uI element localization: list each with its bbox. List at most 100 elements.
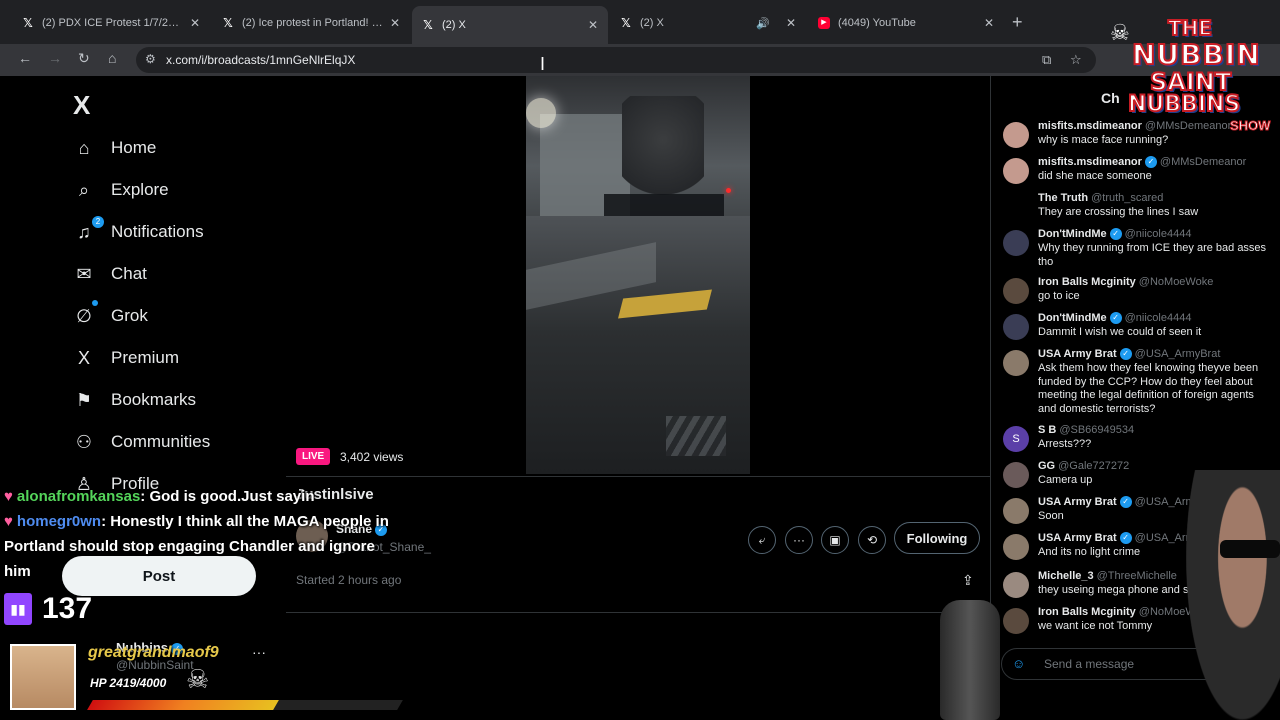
- back-arrow-icon[interactable]: ←: [18, 50, 32, 66]
- chat-display-name: GG: [1038, 460, 1056, 472]
- browser-tab[interactable]: 𝕏 (2) X 🔊 ✕: [610, 8, 806, 38]
- url-text: x.com/i/broadcasts/1mnGeNlrElqJX: [166, 53, 356, 67]
- chat-avatar[interactable]: [1003, 608, 1029, 634]
- chat-username[interactable]: USA Army Brat ✓ @USA_ArmyBrat: [1038, 348, 1220, 361]
- chat-handle: @NoMoeWoke: [1138, 276, 1214, 288]
- logo-text: SHOW: [1229, 118, 1271, 134]
- sidebar-item-grok[interactable]: ∅ Grok: [72, 300, 148, 330]
- chat-username[interactable]: Don'tMindMe ✓ @niicole4444: [1038, 312, 1191, 325]
- home-icon[interactable]: ⌂: [108, 50, 116, 66]
- chat-display-name: Michelle_3: [1038, 570, 1094, 582]
- sidebar-item-chat[interactable]: ✉ Chat: [72, 260, 146, 288]
- chat-display-name: Don'tMindMe: [1038, 228, 1107, 240]
- chat-username[interactable]: Don'tMindMe ✓ @niicole4444: [1038, 228, 1191, 241]
- tab-title: (4049) YouTube: [838, 17, 916, 29]
- chat-avatar[interactable]: [1003, 278, 1029, 304]
- share-icon[interactable]: ⇪: [962, 572, 974, 589]
- star-icon[interactable]: ☆: [1070, 52, 1082, 68]
- verified-icon: ✓: [1109, 228, 1122, 241]
- sidebar-item-home[interactable]: ⌂ Home: [72, 134, 157, 162]
- verified-icon: ✓: [1119, 348, 1132, 361]
- x-favicon-icon: 𝕏: [621, 16, 631, 30]
- chat-avatar[interactable]: [1003, 314, 1029, 340]
- browser-tab[interactable]: 𝕏 (2) Ice protest in Portland! / X ✕: [212, 8, 410, 38]
- chat-avatar[interactable]: S: [1003, 426, 1029, 452]
- streamer-sunglasses: [1220, 540, 1280, 558]
- address-bar[interactable]: ⚙ x.com/i/broadcasts/1mnGeNlrElqJX: [136, 47, 1096, 73]
- x-logo-icon[interactable]: X: [73, 90, 90, 121]
- chat-handle: @Gale727272: [1058, 460, 1130, 472]
- chat-avatar[interactable]: [1003, 194, 1029, 220]
- hp-bar: [87, 700, 403, 710]
- chat-display-name: The Truth: [1038, 192, 1089, 204]
- sidebar-item-premium[interactable]: X Premium: [72, 344, 179, 372]
- browser-tab-active[interactable]: 𝕏 (2) X ✕: [412, 6, 608, 44]
- following-button[interactable]: Following: [894, 522, 980, 554]
- skull-icon: ☠: [1110, 20, 1130, 45]
- chat-input-placeholder: Send a message: [1044, 657, 1135, 671]
- view-count: 3,402 views: [340, 450, 404, 464]
- more-options-icon[interactable]: ···: [785, 526, 813, 554]
- reload-icon[interactable]: ↻: [78, 50, 90, 67]
- close-icon[interactable]: ✕: [984, 16, 994, 30]
- chat-text: They are crossing the lines I saw: [1038, 206, 1199, 218]
- chat-avatar[interactable]: [1003, 462, 1029, 488]
- text-cursor-icon: I: [540, 54, 546, 74]
- install-icon[interactable]: ⧉: [1042, 52, 1051, 68]
- chat-handle: @MMsDemeanor: [1159, 156, 1247, 168]
- browser-tab[interactable]: 𝕏 (2) PDX ICE Protest 1/7/2026 / X ✕: [12, 8, 210, 38]
- chat-username[interactable]: Iron Balls Mcginity @NoMoeWoke: [1038, 276, 1213, 288]
- verified-icon: ✓: [1119, 532, 1132, 545]
- close-icon[interactable]: ✕: [588, 18, 598, 32]
- close-icon[interactable]: ✕: [190, 16, 200, 30]
- chat-avatar[interactable]: [1003, 534, 1029, 560]
- chat-display-name: misfits.msdimeanor: [1038, 156, 1142, 168]
- repost-icon[interactable]: ⟲: [858, 526, 886, 554]
- chat-username[interactable]: misfits.msdimeanor ✓ @MMsDemeanor: [1038, 156, 1247, 169]
- chat-display-name: USA Army Brat: [1038, 496, 1117, 508]
- logo-text: THE: [1167, 15, 1213, 41]
- speaker-icon[interactable]: 🔊: [756, 17, 770, 30]
- chat-text: Why they running from ICE they are bad a…: [1038, 242, 1267, 268]
- logo-text: NUBBIN: [1131, 37, 1261, 72]
- hp-text: HP 2419/4000: [90, 676, 167, 690]
- video-scene-light: [526, 98, 556, 128]
- chat-avatar[interactable]: [1003, 498, 1029, 524]
- chat-username[interactable]: Michelle_3 @ThreeMichelle: [1038, 570, 1177, 582]
- chat-username[interactable]: The Truth @truth_scared: [1038, 192, 1163, 204]
- tab-title: (2) Ice protest in Portland! / X: [242, 17, 384, 29]
- overlay-chat-user: homegr0wn: [16, 513, 102, 530]
- close-icon[interactable]: ✕: [390, 16, 400, 30]
- browser-tab[interactable]: ▶ (4049) YouTube ✕: [808, 8, 1004, 38]
- chat-handle: @ThreeMichelle: [1096, 570, 1177, 582]
- close-icon[interactable]: ✕: [786, 16, 796, 30]
- chat-avatar[interactable]: [1003, 350, 1029, 376]
- browser-tab-bar: 𝕏 (2) PDX ICE Protest 1/7/2026 / X ✕ 𝕏 (…: [0, 0, 1280, 44]
- sidebar-item-notifications[interactable]: ♫ 2 Notifications: [72, 216, 204, 246]
- emoji-icon[interactable]: ☺: [1012, 656, 1025, 671]
- chat-username[interactable]: GG @Gale727272: [1038, 460, 1129, 472]
- sidebar-item-explore[interactable]: ⌕ Explore: [72, 176, 169, 204]
- site-info-icon[interactable]: ⚙: [145, 52, 156, 66]
- chat-avatar[interactable]: [1003, 122, 1029, 148]
- sidebar-item-bookmarks[interactable]: ⚑ Bookmarks: [72, 386, 196, 414]
- chat-handle: @truth_scared: [1091, 192, 1164, 204]
- new-tab-icon[interactable]: +: [1012, 12, 1023, 33]
- streamer-webcam: [1186, 470, 1280, 720]
- chat-display-name: USA Army Brat: [1038, 532, 1117, 544]
- tab-title: (2) X: [640, 17, 664, 29]
- broadcast-video[interactable]: [526, 76, 750, 474]
- chat-avatar[interactable]: [1003, 230, 1029, 256]
- chat-avatar[interactable]: [1003, 572, 1029, 598]
- tab-title: (2) PDX ICE Protest 1/7/2026 / X: [42, 17, 184, 29]
- clip-icon[interactable]: ⤶: [748, 526, 776, 554]
- overlay-chat-line: ♥ alonafromkansas: God is good.Just sayin: [4, 484, 404, 509]
- chat-avatar[interactable]: [1003, 158, 1029, 184]
- tab-title: (2) X: [442, 19, 466, 31]
- sidebar-item-label: Explore: [111, 180, 169, 199]
- x-favicon-icon: 𝕏: [423, 18, 433, 32]
- picture-in-picture-icon[interactable]: ▣: [821, 526, 849, 554]
- forward-arrow-icon[interactable]: →: [48, 50, 62, 66]
- chat-username[interactable]: S B @SB66949534: [1038, 424, 1134, 436]
- sidebar-item-communities[interactable]: ⚇ Communities: [72, 428, 210, 456]
